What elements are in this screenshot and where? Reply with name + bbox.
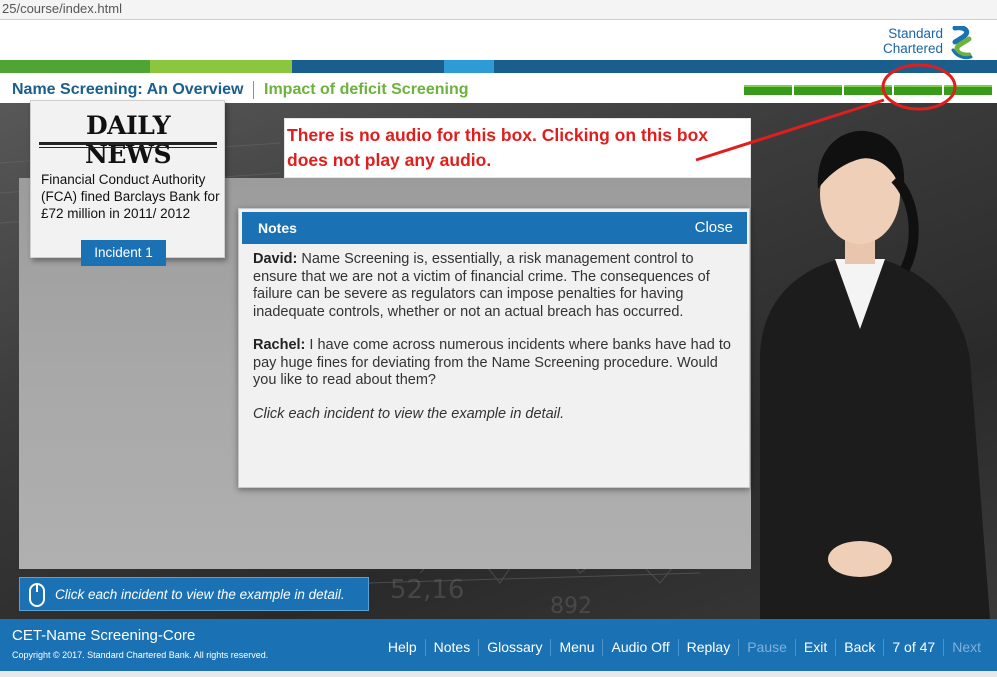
notes-header: Notes Close — [242, 212, 747, 244]
url-text[interactable]: 25/course/index.html — [2, 1, 122, 16]
instruction-hint-bar: Click each incident to view the example … — [19, 577, 369, 611]
logo-line-2: Chartered — [882, 41, 943, 56]
annotation-callout: There is no audio for this box. Clicking… — [284, 118, 751, 178]
notes-title: Notes — [258, 220, 297, 236]
progress-segment — [894, 85, 942, 95]
notes-instruction-text: Click each incident to view the example … — [253, 405, 565, 422]
audio-toggle-button[interactable]: Audio Off — [602, 639, 677, 656]
brand-color-strip — [0, 60, 997, 73]
menu-button[interactable]: Menu — [550, 639, 602, 656]
notes-instruction: Click each incident to view the example … — [253, 406, 733, 424]
notes-dialog: Notes Close David: Name Screening is, es… — [238, 208, 750, 488]
footer-navigation: Help Notes Glossary Menu Audio Off Repla… — [380, 639, 989, 656]
notes-text-david: Name Screening is, essentially, a risk m… — [253, 251, 710, 320]
replay-button[interactable]: Replay — [677, 639, 739, 656]
svg-text:52,16: 52,16 — [390, 575, 464, 605]
svg-text:892: 892 — [550, 594, 592, 619]
page-counter: 7 of 47 — [883, 639, 943, 656]
window-bottom-edge — [0, 671, 997, 677]
brand-mark-icon — [951, 26, 973, 60]
course-player-window: 25/course/index.html Standard Chartered … — [0, 0, 997, 677]
notes-body: David: Name Screening is, essentially, a… — [253, 251, 733, 439]
copyright-text: Copyright © 2017. Standard Chartered Ban… — [12, 650, 269, 660]
incident-1-button[interactable]: Incident 1 — [81, 240, 166, 266]
incident-news-card[interactable]: DAILY NEWS Financial Conduct Authority (… — [30, 100, 225, 258]
top-header: Standard Chartered — [0, 20, 997, 62]
course-footer: CET-Name Screening-Core Copyright © 2017… — [0, 619, 997, 671]
pause-button[interactable]: Pause — [738, 639, 795, 656]
page-title: Impact of deficit Screening — [264, 81, 469, 98]
masthead-rule-thin — [39, 147, 217, 148]
annotation-text: There is no audio for this box. Clicking… — [287, 125, 708, 170]
notes-button[interactable]: Notes — [424, 639, 479, 656]
progress-segment — [944, 85, 992, 95]
progress-indicator — [744, 85, 994, 95]
presenter-photo — [760, 130, 990, 619]
speaker-rachel: Rachel: — [253, 337, 306, 353]
next-button[interactable]: Next — [943, 639, 989, 656]
progress-segment — [744, 85, 792, 95]
progress-segment — [794, 85, 842, 95]
news-masthead: DAILY NEWS — [84, 111, 172, 169]
notes-paragraph-david: David: Name Screening is, essentially, a… — [253, 251, 733, 321]
help-button[interactable]: Help — [380, 639, 425, 656]
title-bar: Name Screening: An Overview Impact of de… — [0, 73, 997, 103]
progress-segment — [844, 85, 892, 95]
address-bar[interactable]: 25/course/index.html — [0, 0, 997, 20]
exit-button[interactable]: Exit — [794, 639, 835, 656]
module-title: Name Screening: An Overview — [12, 81, 244, 98]
notes-paragraph-rachel: Rachel: I have come across numerous inci… — [253, 337, 733, 390]
masthead-rule — [39, 142, 217, 145]
back-button[interactable]: Back — [835, 639, 883, 656]
notes-text-rachel: I have come across numerous incidents wh… — [253, 337, 731, 388]
standard-chartered-logo: Standard Chartered — [881, 26, 985, 60]
notes-close-button[interactable]: Close — [695, 219, 733, 236]
logo-wordmark: Standard Chartered — [881, 26, 943, 56]
speaker-david: David: — [253, 251, 298, 267]
glossary-button[interactable]: Glossary — [478, 639, 550, 656]
logo-line-1: Standard — [888, 26, 943, 41]
hint-text: Click each incident to view the example … — [55, 587, 345, 602]
title-divider — [253, 81, 254, 99]
news-headline: Financial Conduct Authority (FCA) fined … — [41, 172, 220, 221]
mouse-icon — [29, 583, 45, 607]
course-title: CET-Name Screening-Core — [12, 627, 196, 644]
